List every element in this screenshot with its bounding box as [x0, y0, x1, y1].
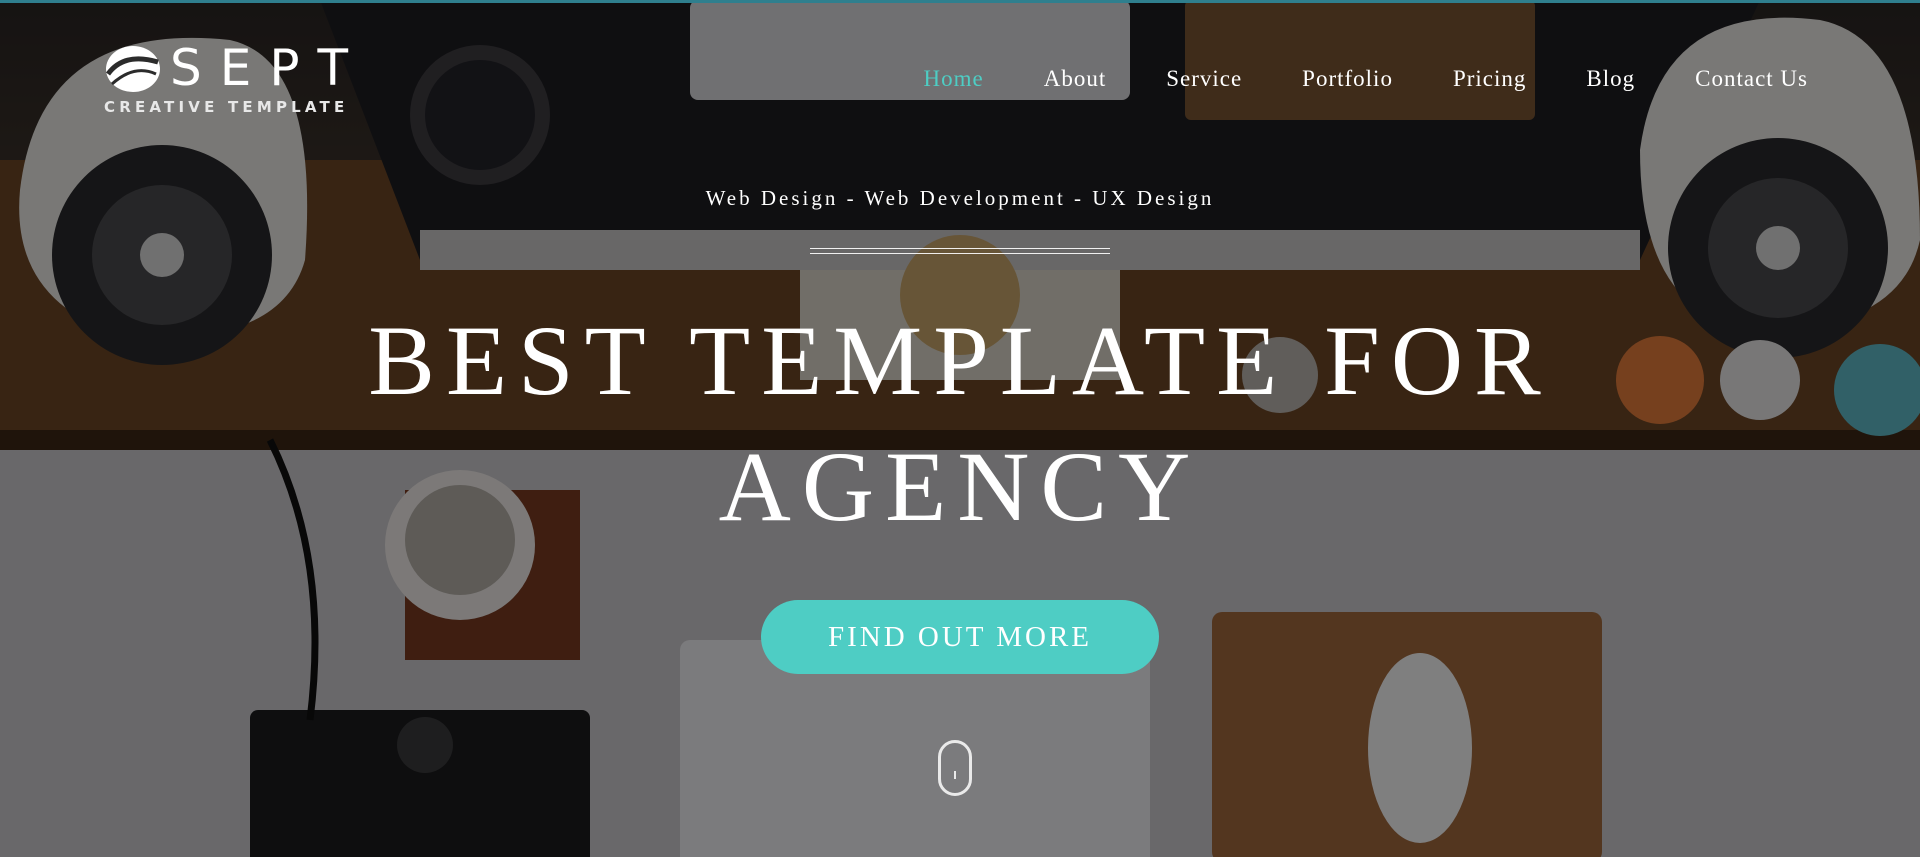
nav-item-pricing[interactable]: Pricing [1453, 64, 1526, 94]
hero-subtitle: Web Design - Web Development - UX Design [705, 186, 1215, 210]
swirl-logo-icon [105, 46, 160, 92]
hero-headline-line2: AGENCY [718, 431, 1202, 542]
hero-section: SEPT CREATIVE TEMPLATE Home About Servic… [0, 0, 1920, 857]
nav-item-about[interactable]: About [1044, 64, 1107, 94]
hero-headline: BEST TEMPLATE FOR AGENCY [0, 298, 1920, 550]
brand-tagline: CREATIVE TEMPLATE [104, 98, 349, 116]
hero-headline-line1: BEST TEMPLATE FOR [368, 305, 1552, 416]
scroll-wheel [954, 771, 956, 779]
nav-item-service[interactable]: Service [1166, 64, 1242, 94]
mouse-scroll-icon[interactable] [938, 740, 972, 796]
brand-name: SEPT [170, 39, 367, 97]
nav-item-contact-us[interactable]: Contact Us [1695, 64, 1808, 94]
nav-item-home[interactable]: Home [923, 64, 983, 94]
top-accent-bar [0, 0, 1920, 3]
main-nav: Home About Service Portfolio Pricing Blo… [863, 64, 1808, 94]
hero-divider [810, 248, 1110, 256]
brand-logo[interactable]: SEPT CREATIVE TEMPLATE [104, 40, 348, 122]
nav-item-blog[interactable]: Blog [1586, 64, 1635, 94]
nav-item-portfolio[interactable]: Portfolio [1302, 64, 1393, 94]
find-out-more-button[interactable]: FIND OUT MORE [761, 600, 1159, 674]
